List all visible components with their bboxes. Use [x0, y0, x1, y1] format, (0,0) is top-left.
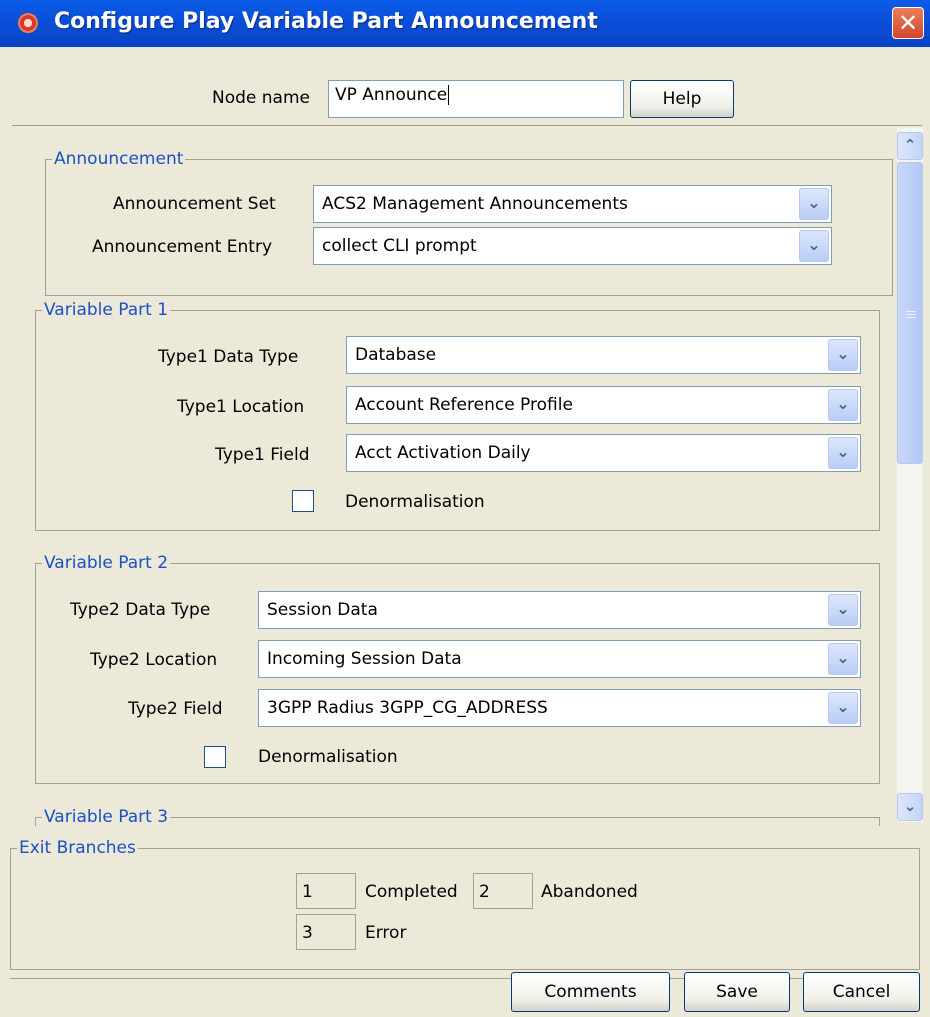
dropdown-arrow-icon[interactable]: ⌄ [828, 594, 858, 626]
exit-branches-group: Exit Branches [10, 838, 920, 970]
dropdown-arrow-icon[interactable]: ⌄ [828, 389, 858, 421]
announcement-set-select[interactable]: ACS2 Management Announcements ⌄ [313, 185, 832, 223]
type2-location-label: Type2 Location [90, 650, 218, 670]
announcement-entry-select[interactable]: collect CLI prompt ⌄ [313, 227, 832, 265]
dropdown-arrow-icon[interactable]: ⌄ [799, 230, 829, 262]
type2-data-type-label: Type2 Data Type [70, 600, 211, 620]
close-icon: ✕ [897, 9, 919, 37]
thumb-grip [906, 314, 916, 315]
exit-branch-number: 2 [479, 882, 490, 902]
node-name-input[interactable]: VP Announce [328, 80, 624, 118]
type2-field-label: Type2 Field [128, 699, 223, 719]
node-name-label: Node name [212, 88, 310, 108]
help-button[interactable]: Help [630, 80, 734, 118]
title-bar[interactable]: Configure Play Variable Part Announcemen… [0, 0, 930, 47]
config-scroll-panel[interactable]: Announcement Announcement Set ACS2 Manag… [12, 125, 922, 826]
type1-denormalisation-checkbox[interactable] [292, 490, 314, 512]
config-panel-content: Announcement Announcement Set ACS2 Manag… [12, 126, 894, 826]
comments-button[interactable]: Comments [511, 972, 670, 1012]
type1-data-type-label: Type1 Data Type [158, 347, 299, 367]
announcement-set-value: ACS2 Management Announcements [322, 194, 628, 214]
exit-branch-number: 3 [302, 923, 313, 943]
exit-branches-legend: Exit Branches [17, 838, 138, 858]
scroll-down-button[interactable]: ⌄ [897, 793, 923, 821]
variable-part-3-group: Variable Part 3 [35, 807, 880, 826]
exit-branch-label: Abandoned [541, 882, 638, 902]
announcement-entry-label: Announcement Entry [92, 237, 273, 257]
dialog-window: Configure Play Variable Part Announcemen… [0, 0, 930, 1017]
dropdown-arrow-icon[interactable]: ⌄ [828, 643, 858, 675]
dropdown-arrow-icon[interactable]: ⌄ [828, 339, 858, 371]
type1-location-select[interactable]: Account Reference Profile ⌄ [346, 386, 861, 424]
type2-field-select[interactable]: 3GPP Radius 3GPP_CG_ADDRESS ⌄ [258, 689, 861, 727]
exit-branch-number-box[interactable]: 2 [473, 873, 533, 909]
app-logo-icon [18, 13, 38, 33]
exit-branch-number: 1 [302, 882, 313, 902]
thumb-grip [906, 317, 916, 318]
type1-data-type-select[interactable]: Database ⌄ [346, 336, 861, 374]
variable-part-1-legend: Variable Part 1 [42, 300, 171, 320]
announcement-entry-value: collect CLI prompt [322, 236, 477, 256]
type1-location-value: Account Reference Profile [355, 395, 573, 415]
exit-branch-number-box[interactable]: 1 [296, 873, 356, 909]
type2-field-value: 3GPP Radius 3GPP_CG_ADDRESS [267, 698, 548, 718]
dropdown-arrow-icon[interactable]: ⌄ [828, 437, 858, 469]
type2-data-type-value: Session Data [267, 600, 378, 620]
chevron-up-icon: ⌃ [903, 136, 917, 154]
dropdown-arrow-icon[interactable]: ⌄ [828, 692, 858, 724]
announcement-legend: Announcement [52, 149, 186, 169]
scrollbar-thumb[interactable] [897, 162, 923, 464]
vertical-scrollbar[interactable]: ⌃ ⌄ [897, 128, 923, 822]
type1-field-label: Type1 Field [215, 445, 310, 465]
scroll-up-button[interactable]: ⌃ [897, 132, 923, 160]
type1-field-value: Acct Activation Daily [355, 443, 531, 463]
exit-branch-number-box[interactable]: 3 [296, 914, 356, 950]
type1-denormalisation-label: Denormalisation [345, 492, 485, 512]
window-title: Configure Play Variable Part Announcemen… [54, 9, 598, 34]
cancel-button[interactable]: Cancel [803, 972, 920, 1012]
save-button[interactable]: Save [684, 972, 790, 1012]
close-button[interactable]: ✕ [892, 7, 924, 39]
exit-branch-label: Completed [365, 882, 458, 902]
type2-denormalisation-checkbox[interactable] [204, 746, 226, 768]
variable-part-3-legend: Variable Part 3 [42, 807, 171, 826]
dropdown-arrow-icon[interactable]: ⌄ [799, 188, 829, 220]
type2-location-value: Incoming Session Data [267, 649, 462, 669]
text-caret [448, 85, 450, 105]
type1-location-label: Type1 Location [177, 397, 305, 417]
exit-branch-label: Error [365, 923, 407, 943]
type2-data-type-select[interactable]: Session Data ⌄ [258, 591, 861, 629]
type1-field-select[interactable]: Acct Activation Daily ⌄ [346, 434, 861, 472]
node-name-value: VP Announce [335, 85, 448, 105]
type1-data-type-value: Database [355, 345, 437, 365]
variable-part-2-legend: Variable Part 2 [42, 553, 171, 573]
chevron-down-icon: ⌄ [903, 797, 917, 815]
type2-location-select[interactable]: Incoming Session Data ⌄ [258, 640, 861, 678]
announcement-set-label: Announcement Set [113, 194, 276, 214]
type2-denormalisation-label: Denormalisation [258, 747, 398, 767]
thumb-grip [906, 311, 916, 312]
